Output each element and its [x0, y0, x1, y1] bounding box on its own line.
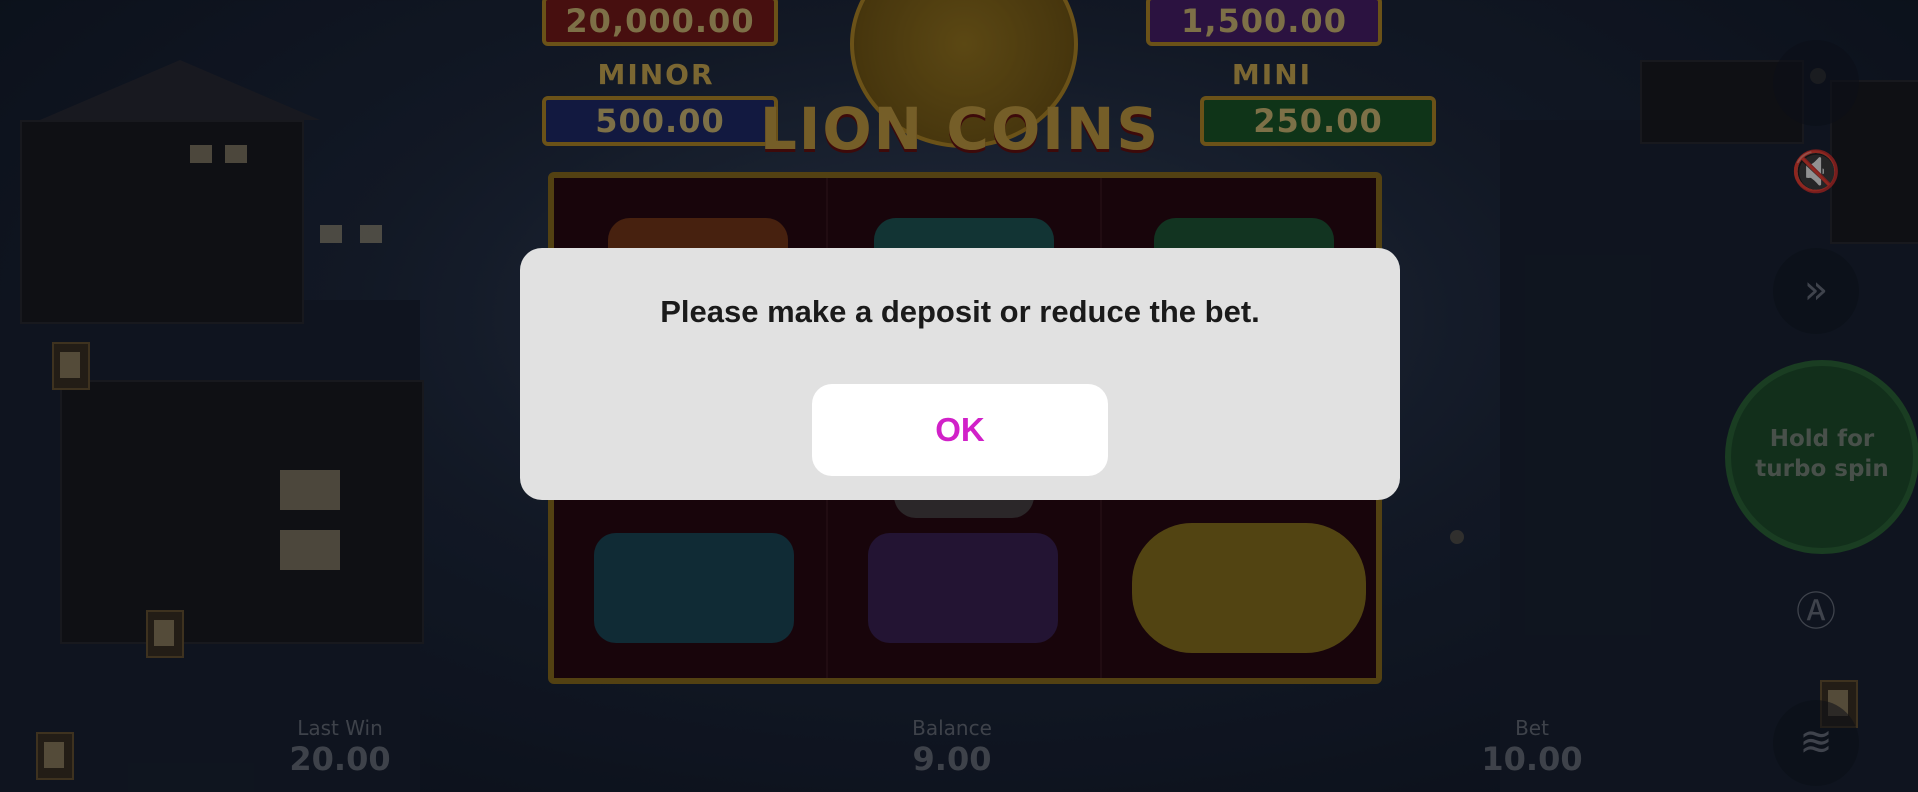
dialog-message: Please make a deposit or reduce the bet. — [660, 294, 1260, 329]
insufficient-funds-dialog: Please make a deposit or reduce the bet.… — [520, 248, 1400, 500]
ok-button[interactable]: OK — [812, 384, 1108, 476]
ok-button-label: OK — [935, 411, 985, 448]
